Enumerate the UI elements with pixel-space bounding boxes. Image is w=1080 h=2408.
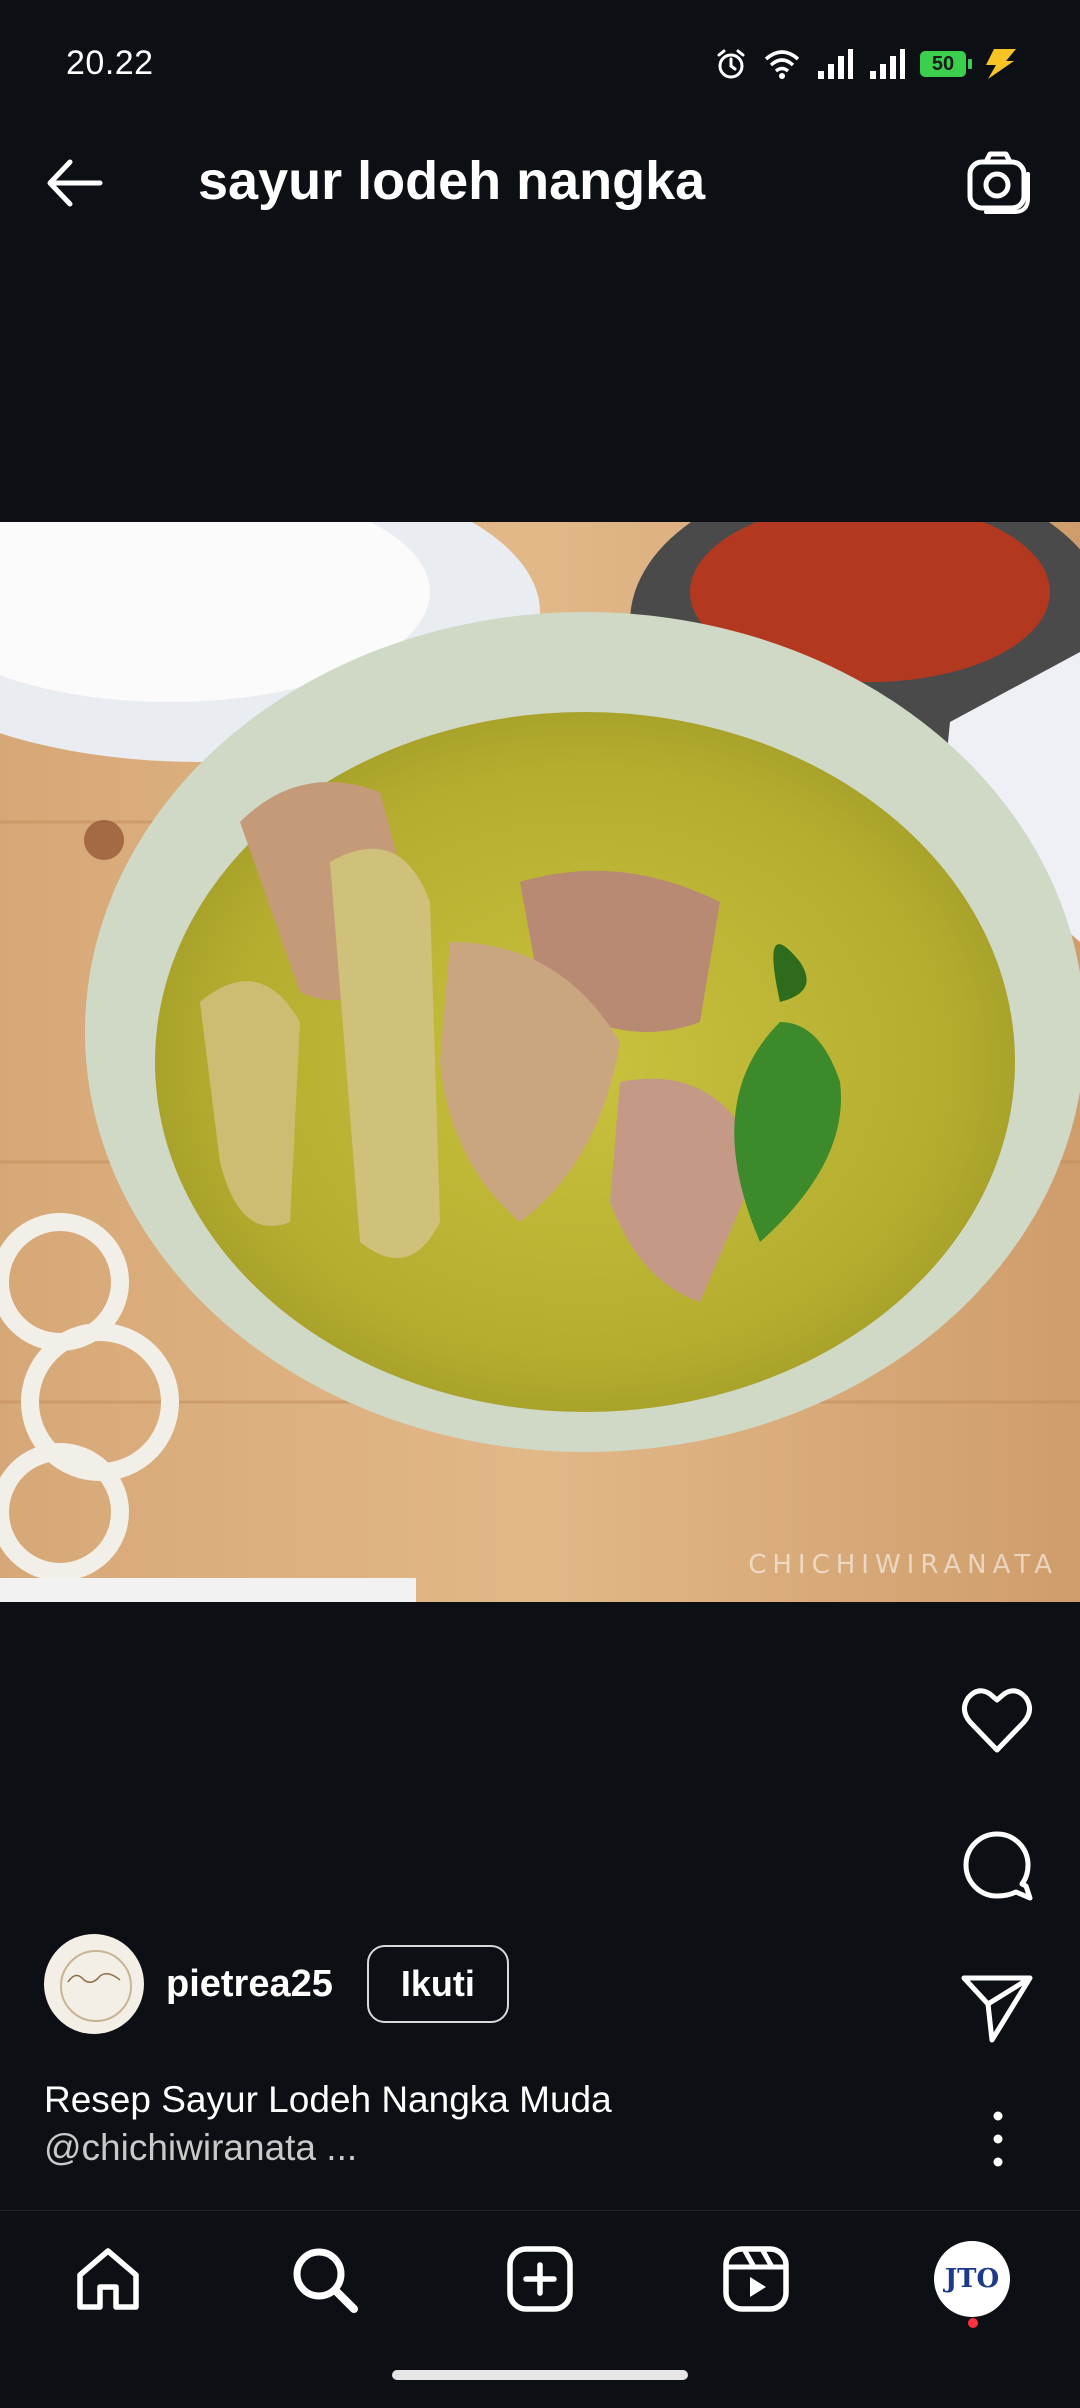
home-indicator[interactable] (392, 2370, 688, 2380)
comment-icon[interactable] (958, 1826, 1036, 1904)
search-header: sayur lodeh nangka (0, 110, 1080, 250)
avatar-logo (44, 1968, 144, 1992)
search-icon[interactable] (286, 2241, 362, 2317)
bottom-nav: JTO (0, 2210, 1080, 2351)
alarm-icon (717, 49, 745, 79)
charging-icon (986, 49, 1016, 79)
food-photo (0, 522, 1080, 1602)
page-title: sayur lodeh nangka (198, 151, 706, 211)
avatar-logo-mark (67, 1973, 121, 1983)
photo-watermark: CHICHIWIRANATA (748, 1550, 1058, 1580)
status-icons: 50 (714, 40, 1020, 88)
avatar[interactable] (44, 1934, 144, 2034)
add-icon[interactable] (502, 2241, 578, 2317)
home-icon[interactable] (70, 2241, 146, 2317)
arrow-left-icon[interactable] (40, 148, 110, 218)
username[interactable]: pietrea25 (166, 1963, 333, 2006)
caption-line-2[interactable]: @chichiwiranata ... (44, 2124, 612, 2172)
signal-icon-2 (870, 49, 905, 79)
notification-dot (968, 2318, 978, 2328)
signal-icon (818, 49, 853, 79)
follow-button[interactable]: Ikuti (366, 1945, 509, 2023)
status-bar: 20.22 50 (0, 0, 1080, 100)
more-icon[interactable] (978, 2100, 1018, 2178)
tag-strip (0, 1578, 416, 1602)
send-icon[interactable] (958, 1968, 1036, 2046)
status-time: 20.22 (66, 44, 154, 82)
post-image[interactable]: CHICHIWIRANATA (0, 522, 1080, 1602)
reels-icon[interactable] (718, 2241, 794, 2317)
wifi-icon (764, 50, 800, 79)
profile-avatar[interactable]: JTO (934, 2241, 1010, 2317)
post-author: pietrea25 Ikuti (44, 1934, 509, 2034)
heart-icon[interactable] (958, 1682, 1036, 1760)
battery-indicator: 50 (920, 51, 972, 77)
camera-icon[interactable] (962, 146, 1034, 218)
profile-logo: JTO (944, 2264, 1000, 2294)
caption-line-1: Resep Sayur Lodeh Nangka Muda (44, 2079, 612, 2120)
post-caption[interactable]: Resep Sayur Lodeh Nangka Muda @chichiwir… (44, 2076, 612, 2172)
